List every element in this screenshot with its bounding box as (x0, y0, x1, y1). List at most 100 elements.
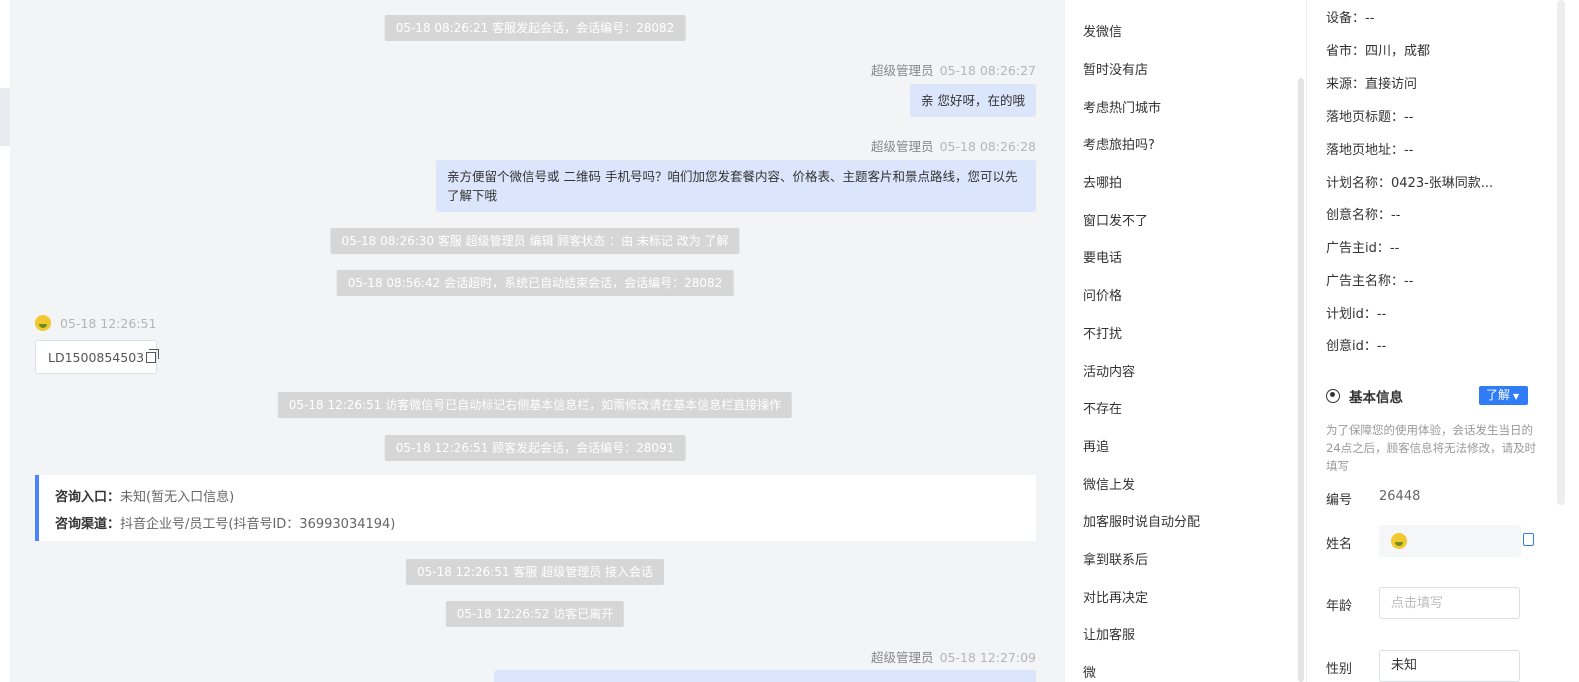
consult-entry-label: 咨询入口： (55, 490, 121, 505)
quick-reply-item[interactable]: 要电话 (1083, 247, 1122, 266)
info-row-creative-name: 创意名称：-- (1326, 204, 1400, 223)
consult-channel-row: 咨询渠道：抖音企业号/员工号(抖音号ID：36993034194) (55, 511, 1036, 538)
info-label: 创意名称： (1326, 208, 1392, 223)
age-label: 年龄 (1326, 599, 1353, 614)
info-label: 来源： (1326, 77, 1366, 92)
collapsed-tab[interactable] (0, 88, 10, 146)
id-label: 编号 (1326, 493, 1353, 508)
info-panel-scrollbar[interactable] (1557, 0, 1565, 505)
agent-message-bubble: 亲方便留个微信号或 二维码 手机号吗？咱们加您发套餐内容、价格表、主题客片和景点… (436, 160, 1036, 212)
info-label: 广告主名称： (1326, 274, 1405, 289)
system-message: 05-18 12:26:51 顾客发起会话，会话编号：28091 (384, 435, 686, 461)
quick-reply-item[interactable]: 加客服时说自动分配 (1083, 511, 1200, 530)
quick-reply-item[interactable]: 不存在 (1083, 398, 1122, 417)
quick-reply-item[interactable]: 考虑旅拍吗? (1083, 134, 1155, 153)
gender-label: 性别 (1326, 662, 1353, 677)
age-input[interactable] (1379, 587, 1520, 619)
id-value: 26448 (1379, 489, 1421, 504)
status-label: 了解 (1486, 388, 1511, 402)
visitor-avatar (1391, 533, 1407, 549)
info-value: -- (1404, 110, 1414, 125)
customer-info-panel: 设备：-- 省市：四川，成都 来源：直接访问 落地页标题：-- 落地页地址：--… (1306, 0, 1557, 682)
name-field[interactable] (1379, 525, 1521, 557)
quick-reply-item[interactable]: 对比再决定 (1083, 587, 1148, 606)
quick-reply-item[interactable]: 暂时没有店 (1083, 59, 1148, 78)
sender-name: 超级管理员 (871, 139, 934, 154)
info-value: -- (1404, 143, 1414, 158)
info-label: 落地页标题： (1326, 110, 1405, 125)
sender-name: 超级管理员 (871, 650, 934, 665)
message-time: 05-18 12:26:51 (60, 315, 157, 331)
quick-reply-item[interactable]: 微信上发 (1083, 474, 1135, 493)
quick-reply-panel: 发微信 暂时没有店 考虑热门城市 考虑旅拍吗? 去哪拍 窗口发不了 要电话 问价… (1066, 0, 1306, 682)
info-value: -- (1376, 307, 1387, 322)
info-value: -- (1404, 274, 1414, 289)
info-label: 广告主id： (1326, 241, 1390, 256)
agent-message-meta: 超级管理员 05-18 12:27:09 (871, 647, 1036, 666)
agent-message-bubble: 亲 您好呀，在的哦 (910, 84, 1036, 117)
quick-reply-item[interactable]: 问价格 (1083, 285, 1122, 304)
name-label: 姓名 (1326, 537, 1353, 552)
gender-select[interactable]: 未知 (1379, 650, 1520, 682)
quick-reply-item[interactable]: 让加客服 (1083, 624, 1135, 643)
chat-area: 05-18 08:26:21 客服发起会话，会话编号：28082 超级管理员 05… (10, 0, 1065, 682)
info-row-region: 省市：四川，成都 (1326, 40, 1430, 59)
info-label: 计划名称： (1326, 176, 1392, 191)
copy-icon[interactable] (1523, 533, 1534, 546)
agent-message-meta: 超级管理员 05-18 08:26:28 (871, 136, 1036, 155)
copy-icon[interactable] (146, 348, 159, 363)
quick-reply-item[interactable]: 发微信 (1083, 21, 1122, 40)
info-row-advertiser-id: 广告主id：-- (1326, 237, 1399, 256)
info-label: 创意id： (1326, 339, 1377, 354)
wechat-id: LD1500854503 (48, 349, 145, 365)
caret-down-icon: ▼ (1513, 392, 1520, 401)
message-time: 05-18 12:27:09 (939, 650, 1036, 665)
info-row-landing-url: 落地页地址：-- (1326, 139, 1413, 158)
info-value: 四川，成都 (1365, 44, 1431, 59)
info-label: 省市： (1326, 44, 1366, 59)
consult-info-card: 咨询入口：未知(暂无入口信息) 咨询渠道：抖音企业号/员工号(抖音号ID：369… (35, 475, 1036, 541)
quick-reply-item[interactable]: 考虑热门城市 (1083, 97, 1161, 116)
system-message: 05-18 08:56:42 会话超时，系统已自动结束会话，会话编号：28082 (336, 270, 734, 296)
system-message: 05-18 12:26:51 客服 超级管理员 接入会话 (405, 559, 665, 585)
quick-reply-item[interactable]: 不打扰 (1083, 323, 1122, 342)
customer-status-dropdown[interactable]: 了解 ▼ (1479, 386, 1528, 405)
basic-info-title: 基本信息 (1349, 390, 1403, 406)
consult-channel-value: 抖音企业号/员工号(抖音号ID：36993034194) (120, 517, 396, 532)
quick-reply-item[interactable]: 微 (1083, 662, 1096, 681)
visitor-avatar (35, 315, 51, 331)
edit-notice: 为了保障您的使用体验，会话发生当日的24点之后，顾客信息将无法修改，请及时填写 (1326, 423, 1537, 473)
consult-channel-label: 咨询渠道： (55, 517, 121, 532)
info-label: 设备： (1326, 11, 1366, 26)
system-message: 05-18 12:26:51 访客微信号已自动标记右侧基本信息栏，如需修改请在基… (277, 392, 793, 418)
info-row-advertiser-name: 广告主名称：-- (1326, 270, 1413, 289)
user-circle-icon (1326, 389, 1340, 403)
quick-reply-item[interactable]: 活动内容 (1083, 361, 1135, 380)
quick-reply-item[interactable]: 再追 (1083, 436, 1109, 455)
info-value: -- (1389, 241, 1400, 256)
consult-entry-value: 未知(暂无入口信息) (120, 490, 235, 505)
info-label: 计划id： (1326, 307, 1377, 322)
message-time: 05-18 08:26:27 (939, 63, 1036, 78)
info-value: -- (1376, 339, 1387, 354)
system-message: 05-18 08:26:30 客服 超级管理员 编辑 顾客状态 ：由 未标记 改… (330, 228, 740, 254)
info-row-device: 设备：-- (1326, 7, 1374, 26)
info-value: -- (1391, 208, 1401, 223)
system-message: 05-18 08:26:21 客服发起会话，会话编号：28082 (384, 15, 686, 41)
quick-reply-item[interactable]: 窗口发不了 (1083, 210, 1148, 229)
quick-reply-scrollbar[interactable] (1298, 78, 1304, 682)
system-message: 05-18 12:26:52 访客已离开 (445, 601, 625, 627)
quick-reply-item[interactable]: 去哪拍 (1083, 172, 1122, 191)
consult-entry-row: 咨询入口：未知(暂无入口信息) (55, 484, 1036, 511)
basic-info-heading: 基本信息 (1326, 386, 1403, 406)
agent-message-meta: 超级管理员 05-18 08:26:27 (871, 60, 1036, 79)
visitor-message-meta: 05-18 12:26:51 (35, 315, 156, 331)
info-row-source: 来源：直接访问 (1326, 73, 1417, 92)
wechat-id-card[interactable]: LD1500854503 (35, 340, 159, 374)
info-value: 0423-张琳同款... (1391, 176, 1494, 191)
info-row-landing-title: 落地页标题：-- (1326, 106, 1413, 125)
info-label: 落地页地址： (1326, 143, 1405, 158)
quick-reply-item[interactable]: 拿到联系后 (1083, 549, 1148, 568)
sender-name: 超级管理员 (871, 63, 934, 78)
info-value: -- (1365, 11, 1375, 26)
